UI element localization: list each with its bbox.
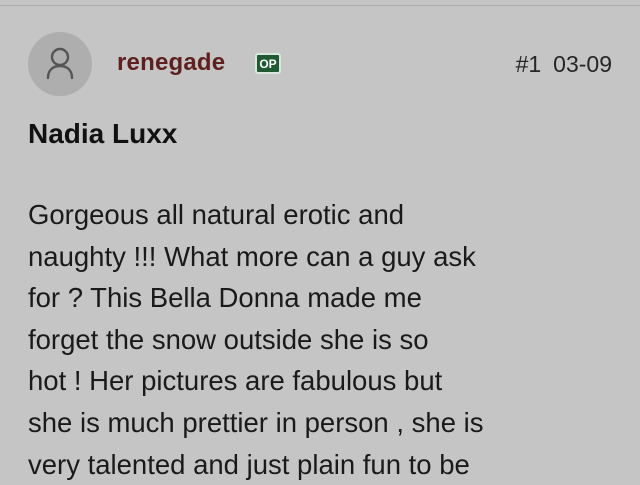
author-username[interactable]: renegade [117, 49, 225, 77]
person-icon [46, 47, 74, 80]
avatar[interactable] [28, 32, 92, 96]
top-divider [0, 0, 640, 6]
post-body-line: forget the snow outside she is so [28, 323, 429, 355]
post-meta: #1 03-09 [516, 51, 612, 78]
post-number: #1 [515, 51, 542, 77]
post-body-line: for ? This Bella Donna made me [28, 282, 422, 314]
post-date: 03-09 [553, 51, 612, 77]
post-header: renegade OP #1 03-09 [28, 32, 618, 96]
post-title: Nadia Luxx [28, 118, 178, 149]
post-body-line: hot ! Her pictures are fabulous but [28, 365, 443, 397]
post-body-line: naughty !!! What more can a guy ask [28, 240, 476, 272]
post-body-line: she is much prettier in person , she is [28, 406, 484, 438]
post-body-line: very talented and just plain fun to be [28, 448, 470, 480]
op-badge: OP [255, 53, 281, 74]
post-body: Gorgeous all natural erotic and naughty … [28, 194, 618, 485]
post-body-line: Gorgeous all natural erotic and [28, 199, 405, 230]
